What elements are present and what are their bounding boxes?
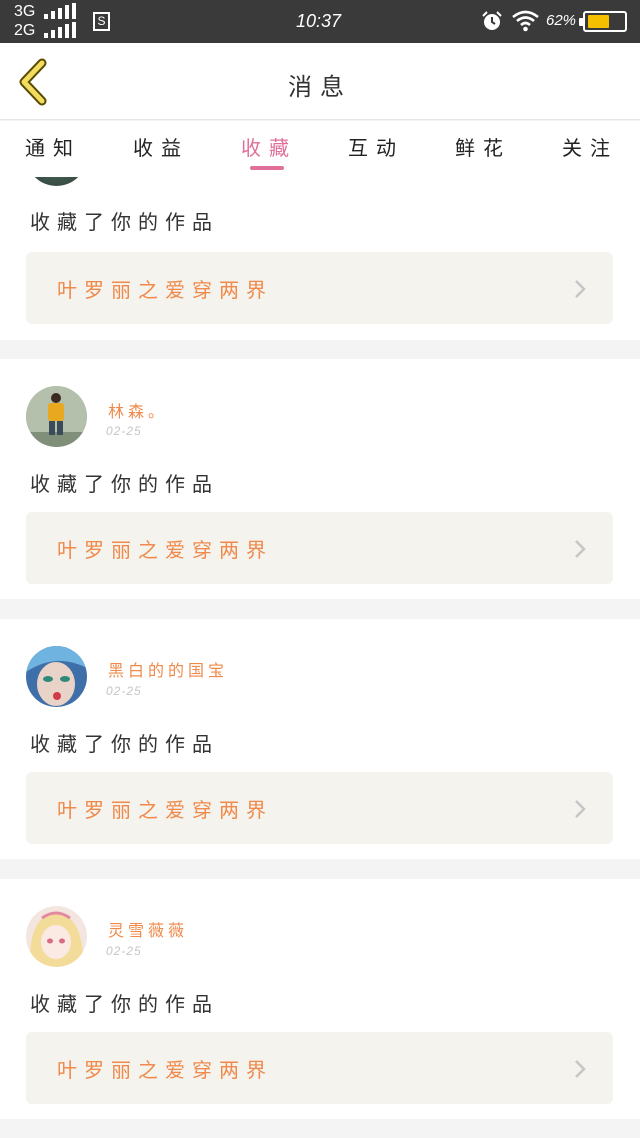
work-link[interactable]: 叶罗丽之爱穿两界	[26, 512, 613, 584]
network-type-1: 3G	[14, 3, 36, 20]
sim-icon: S	[93, 12, 110, 31]
work-title: 叶罗丽之爱穿两界	[57, 1058, 273, 1082]
active-tab-indicator	[250, 166, 284, 170]
work-title: 叶罗丽之爱穿两界	[57, 538, 273, 562]
battery-icon	[579, 11, 627, 32]
notification-list: 收藏了你的作品 叶罗丽之爱穿两界 林森。 02-25 收藏了你的作品 叶罗丽之爱…	[0, 177, 640, 1138]
chevron-right-icon	[575, 280, 586, 298]
avatar	[26, 177, 87, 186]
page-title: 消息	[288, 73, 352, 101]
status-bar: 3G 2G S 10:37 62%	[0, 0, 640, 43]
avatar[interactable]	[26, 906, 87, 967]
battery-percent: 62%	[546, 12, 577, 29]
work-title: 叶罗丽之爱穿两界	[57, 278, 273, 302]
alarm-icon	[482, 11, 502, 30]
user-name[interactable]: 灵雪薇薇	[108, 917, 188, 941]
user-name[interactable]: 林森。	[108, 398, 168, 422]
work-link[interactable]: 叶罗丽之爱穿两界	[26, 1032, 613, 1104]
network-type-2: 2G	[14, 22, 36, 39]
wifi-icon	[512, 10, 539, 32]
list-item: 灵雪薇薇 02-25 收藏了你的作品 叶罗丽之爱穿两界	[0, 879, 640, 1119]
chevron-right-icon	[575, 800, 586, 818]
user-name[interactable]: 黑白的的国宝	[108, 657, 228, 681]
tab-interactions[interactable]: 互动	[321, 132, 431, 161]
chevron-right-icon	[575, 1060, 586, 1078]
chevron-right-icon	[575, 540, 586, 558]
timestamp: 02-25	[106, 424, 142, 438]
timestamp: 02-25	[106, 684, 142, 698]
clock: 10:37	[296, 11, 342, 31]
tab-favorites[interactable]: 收藏	[214, 132, 324, 161]
work-link[interactable]: 叶罗丽之爱穿两界	[26, 252, 613, 324]
action-text: 收藏了你的作品	[30, 472, 219, 496]
work-title: 叶罗丽之爱穿两界	[57, 798, 273, 822]
tab-notifications[interactable]: 通知	[0, 132, 108, 161]
avatar[interactable]	[26, 646, 87, 707]
tab-follows[interactable]: 关注	[535, 132, 640, 161]
action-text: 收藏了你的作品	[30, 732, 219, 756]
tab-bar: 通知 收益 收藏 互动 鲜花 关注	[0, 121, 640, 177]
tab-earnings[interactable]: 收益	[106, 132, 216, 161]
tab-flowers[interactable]: 鲜花	[428, 132, 538, 161]
signal-icon	[44, 3, 76, 19]
action-text: 收藏了你的作品	[30, 210, 219, 234]
work-link[interactable]: 叶罗丽之爱穿两界	[26, 772, 613, 844]
avatar[interactable]	[26, 386, 87, 447]
action-text: 收藏了你的作品	[30, 992, 219, 1016]
timestamp: 02-25	[106, 944, 142, 958]
list-item: 林森。 02-25 收藏了你的作品 叶罗丽之爱穿两界	[0, 359, 640, 599]
list-item: 收藏了你的作品 叶罗丽之爱穿两界	[0, 177, 640, 340]
signal-icon	[44, 22, 76, 38]
list-item: 黑白的的国宝 02-25 收藏了你的作品 叶罗丽之爱穿两界	[0, 619, 640, 859]
nav-bar: 消息	[0, 43, 640, 120]
